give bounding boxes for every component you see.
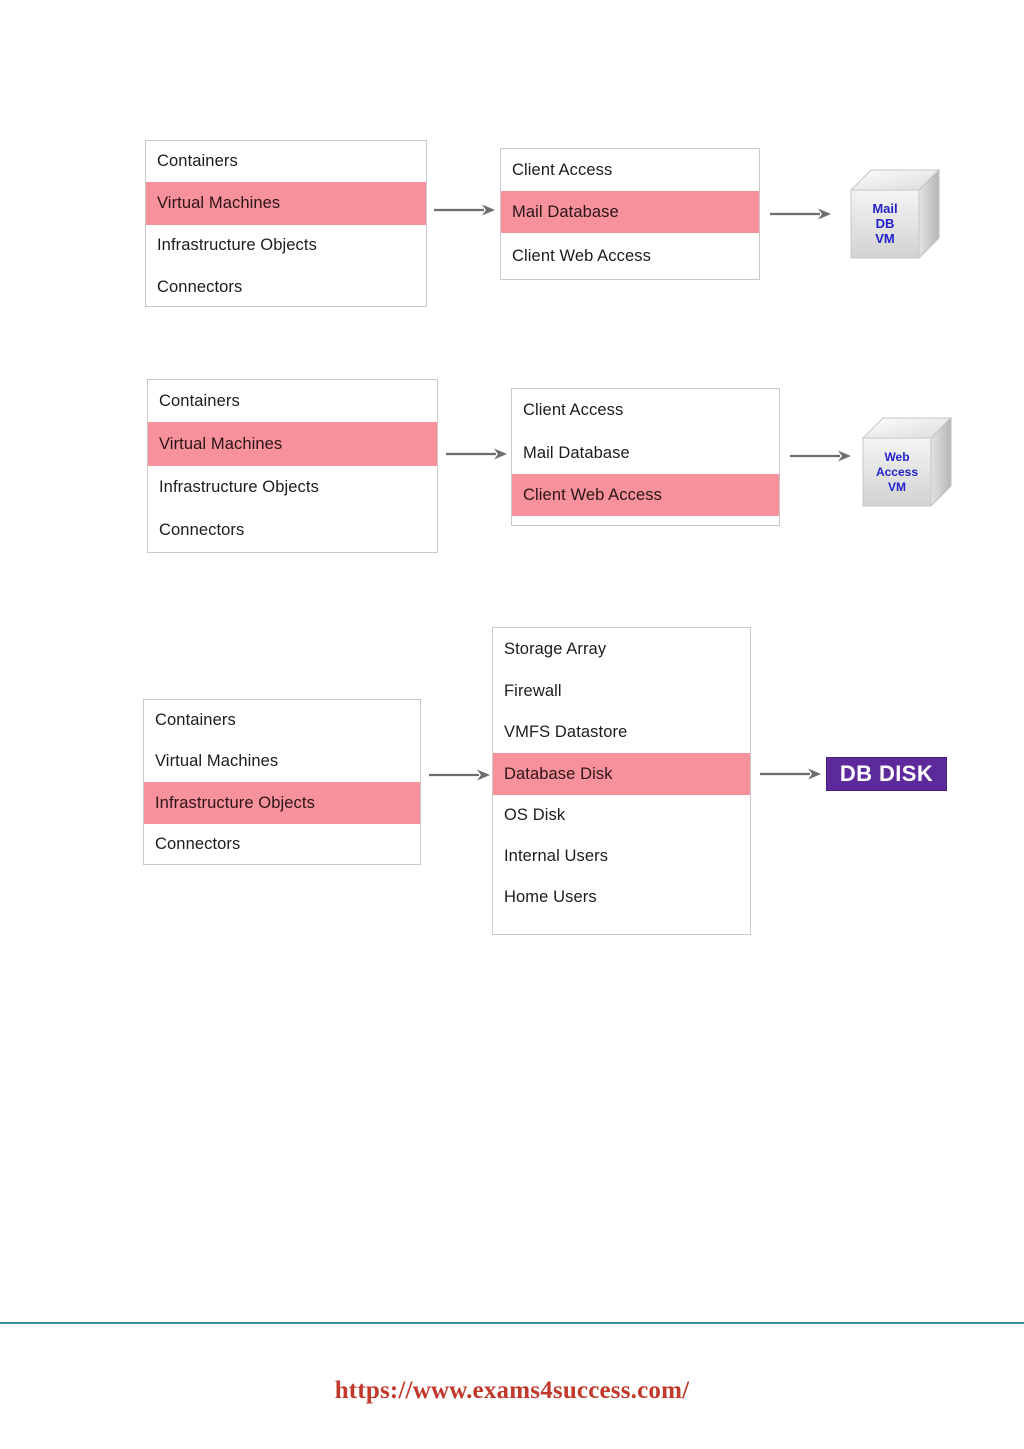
row-1-target-list: Client Access Mail Database Client Web A… bbox=[500, 148, 760, 280]
list-item-label: Connectors bbox=[159, 521, 245, 539]
footer-url[interactable]: https://www.exams4success.com/ bbox=[0, 1377, 1024, 1405]
list-item-label: Client Web Access bbox=[512, 246, 651, 265]
list-item[interactable]: Client Web Access bbox=[512, 474, 779, 516]
web-access-vm-cube-icon: Web Access VM bbox=[855, 416, 957, 510]
list-item[interactable]: Containers bbox=[146, 141, 426, 182]
list-item[interactable]: Virtual Machines bbox=[144, 741, 420, 782]
cube-line-2: DB bbox=[876, 216, 895, 231]
list-item-label: Internal Users bbox=[504, 847, 609, 865]
list-item-label: Infrastructure Objects bbox=[157, 236, 317, 254]
db-disk-chip-label: DB DISK bbox=[839, 761, 934, 786]
list-item-label: Virtual Machines bbox=[159, 434, 283, 453]
list-item[interactable]: Home Users bbox=[493, 877, 750, 918]
list-item[interactable]: Database Disk bbox=[493, 753, 750, 795]
list-item[interactable]: Storage Array bbox=[493, 628, 750, 671]
list-item[interactable]: Client Web Access bbox=[501, 233, 759, 279]
list-item-label: Home Users bbox=[504, 888, 597, 906]
list-item-label: Mail Database bbox=[512, 202, 619, 221]
list-item[interactable]: Containers bbox=[148, 380, 437, 422]
row-3-arrow-2 bbox=[760, 767, 822, 781]
list-item[interactable]: VMFS Datastore bbox=[493, 712, 750, 753]
row-2-arrow-2 bbox=[790, 449, 852, 463]
diagram-canvas: Containers Virtual Machines Infrastructu… bbox=[0, 0, 1024, 1449]
footer-divider bbox=[0, 1322, 1024, 1324]
list-item-label: Connectors bbox=[157, 277, 243, 296]
list-item[interactable]: Mail Database bbox=[512, 432, 779, 474]
list-item[interactable]: Virtual Machines bbox=[148, 422, 437, 466]
list-item[interactable]: Internal Users bbox=[493, 836, 750, 877]
row-3-source-list: Containers Virtual Machines Infrastructu… bbox=[143, 699, 421, 865]
db-disk-chip[interactable]: DB DISK bbox=[826, 757, 947, 791]
list-item[interactable]: Connectors bbox=[148, 509, 437, 552]
list-item-label: Client Access bbox=[512, 160, 613, 179]
row-2-source-list: Containers Virtual Machines Infrastructu… bbox=[147, 379, 438, 553]
row-2-target-list: Client Access Mail Database Client Web A… bbox=[511, 388, 780, 526]
mail-db-vm-cube-icon: Mail DB VM bbox=[843, 168, 945, 262]
list-item[interactable]: Client Access bbox=[501, 149, 759, 191]
cube-line-1: Mail bbox=[872, 201, 897, 216]
list-item-label: Containers bbox=[157, 152, 238, 170]
list-item-label: VMFS Datastore bbox=[504, 723, 628, 741]
list-item-label: Containers bbox=[155, 711, 236, 729]
list-item-label: Client Web Access bbox=[523, 485, 662, 504]
cube-line-1: Web bbox=[884, 450, 909, 464]
list-item-label: Containers bbox=[159, 391, 240, 410]
list-item-label: Virtual Machines bbox=[157, 194, 281, 212]
cube-line-2: Access bbox=[876, 465, 918, 479]
row-3-target-list: Storage Array Firewall VMFS Datastore Da… bbox=[492, 627, 751, 935]
list-item-label: Infrastructure Objects bbox=[159, 478, 319, 496]
row-2-arrow-1 bbox=[446, 447, 508, 461]
list-item[interactable]: Firewall bbox=[493, 671, 750, 712]
list-item[interactable]: Connectors bbox=[146, 266, 426, 308]
row-3-arrow-1 bbox=[429, 768, 491, 782]
list-item[interactable]: Connectors bbox=[144, 824, 420, 864]
row-1-source-list: Containers Virtual Machines Infrastructu… bbox=[145, 140, 427, 307]
cube-line-3: VM bbox=[875, 231, 895, 246]
list-item[interactable]: OS Disk bbox=[493, 795, 750, 836]
list-item[interactable]: Mail Database bbox=[501, 191, 759, 233]
list-item-label: Connectors bbox=[155, 834, 241, 853]
list-item[interactable]: Infrastructure Objects bbox=[144, 782, 420, 824]
list-item-label: Storage Array bbox=[504, 640, 607, 658]
list-item-label: Mail Database bbox=[523, 443, 630, 462]
list-item-label: Database Disk bbox=[504, 764, 613, 783]
list-item[interactable]: Infrastructure Objects bbox=[148, 466, 437, 509]
list-item-label: Client Access bbox=[523, 401, 624, 419]
row-1-arrow-1 bbox=[434, 203, 496, 217]
list-item[interactable]: Client Access bbox=[512, 389, 779, 432]
list-item-label: Firewall bbox=[504, 682, 562, 700]
row-1-arrow-2 bbox=[770, 207, 832, 221]
list-item[interactable]: Containers bbox=[144, 700, 420, 741]
list-item-label: Virtual Machines bbox=[155, 752, 279, 770]
list-item[interactable]: Virtual Machines bbox=[146, 182, 426, 225]
list-item-label: OS Disk bbox=[504, 806, 566, 824]
list-item-label: Infrastructure Objects bbox=[155, 793, 315, 812]
list-item[interactable]: Infrastructure Objects bbox=[146, 225, 426, 266]
cube-line-3: VM bbox=[888, 480, 906, 494]
